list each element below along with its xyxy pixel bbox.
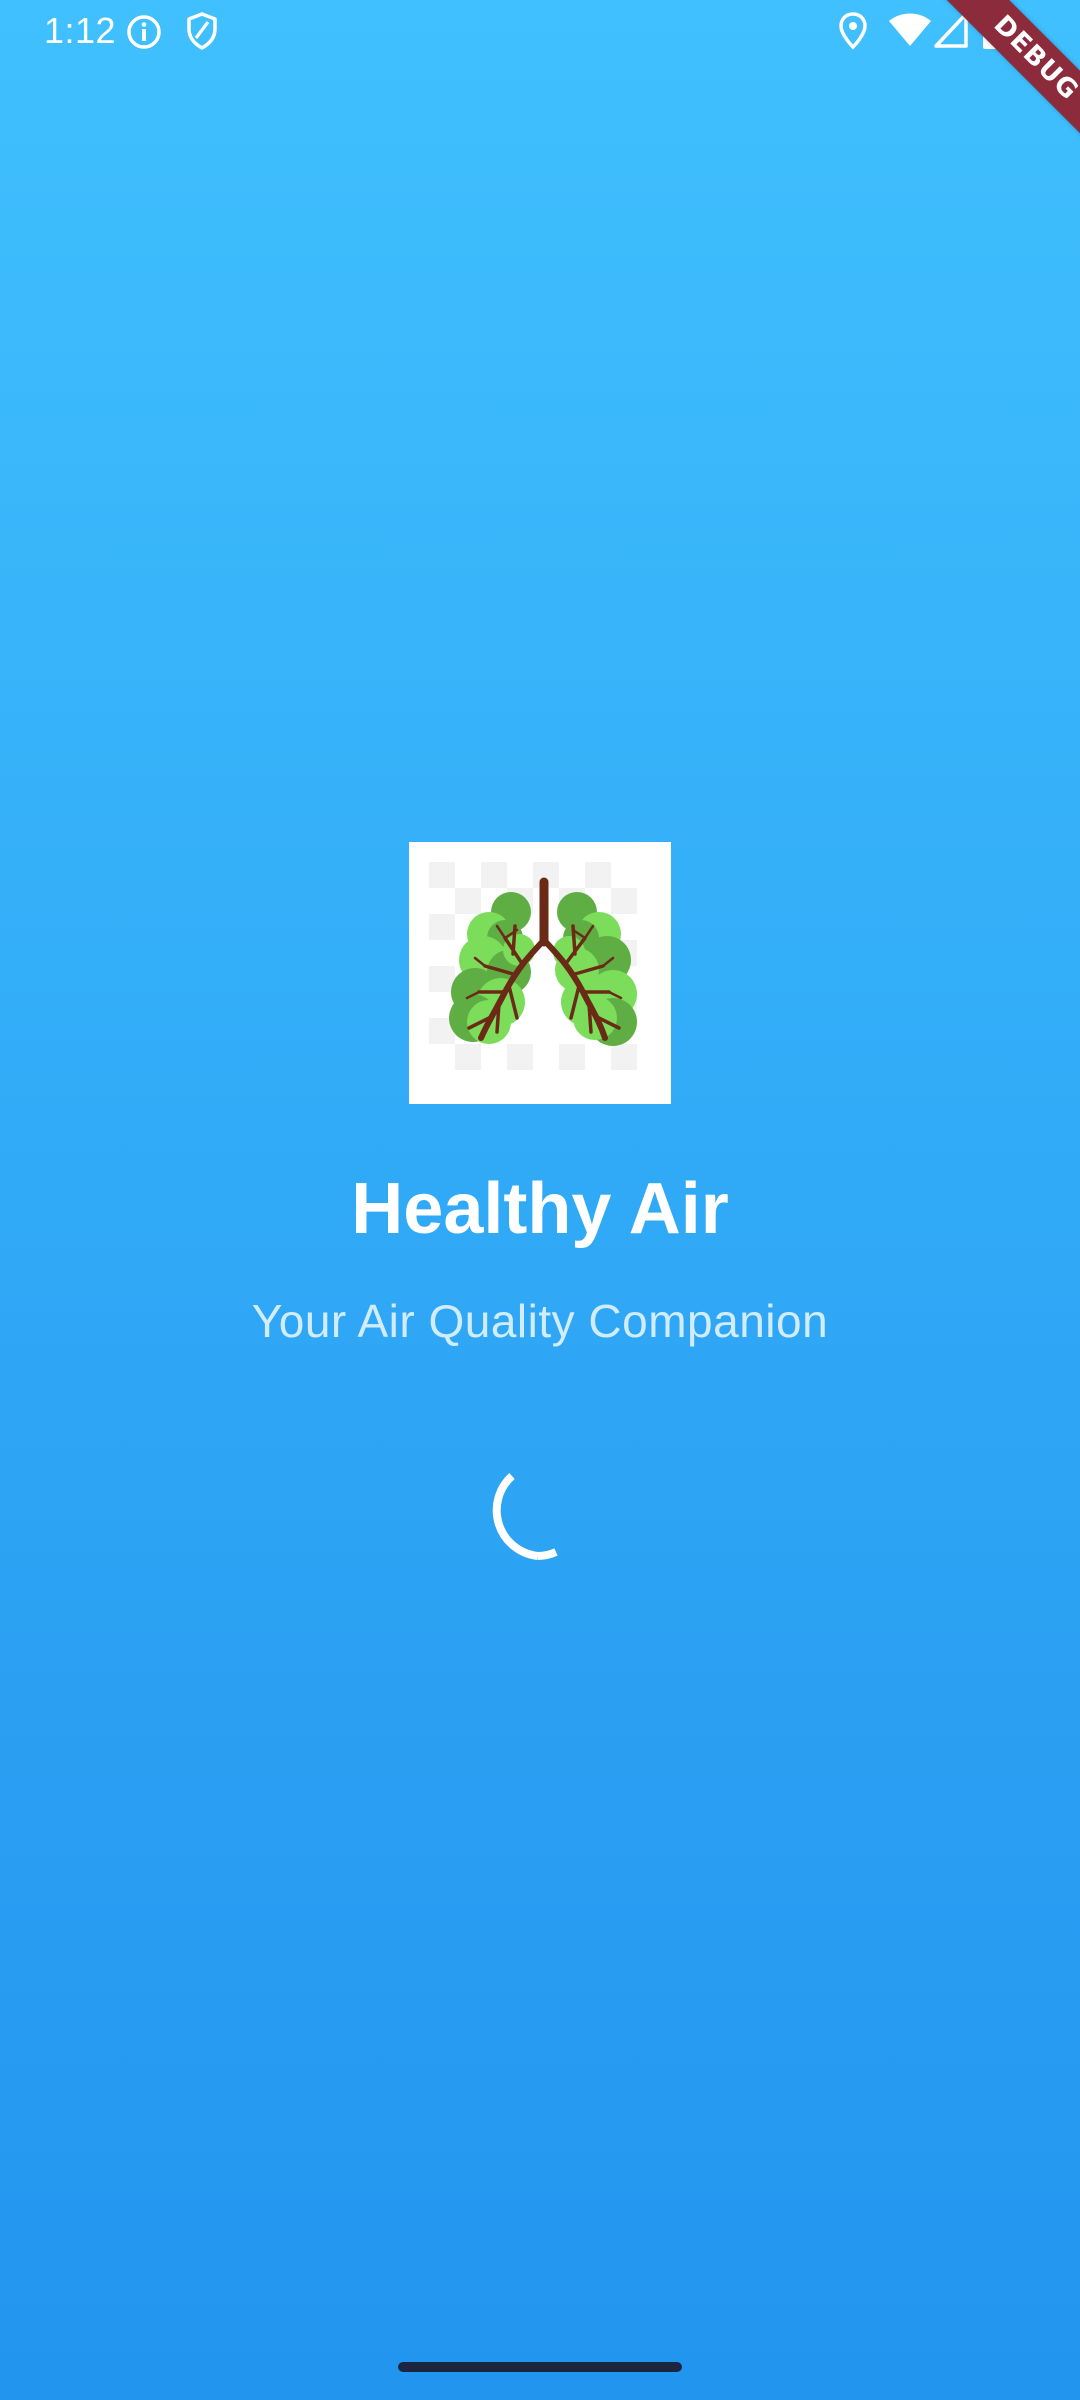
home-indicator[interactable]	[398, 2362, 682, 2372]
app-title: Healthy Air	[351, 1169, 729, 1249]
battery-icon	[983, 10, 1003, 49]
shield-icon	[187, 12, 217, 50]
status-bar: 1:12	[0, 0, 1080, 64]
cellular-signal-icon	[934, 12, 968, 48]
wifi-icon	[889, 13, 931, 46]
lungs-tree-icon	[429, 862, 637, 1070]
status-time: 1:12	[44, 10, 117, 51]
app-subtitle: Your Air Quality Companion	[251, 1295, 829, 1347]
app-logo	[409, 842, 671, 1104]
info-circle-icon	[127, 15, 161, 49]
location-pin-icon	[839, 12, 867, 50]
loading-spinner	[492, 1473, 558, 1560]
